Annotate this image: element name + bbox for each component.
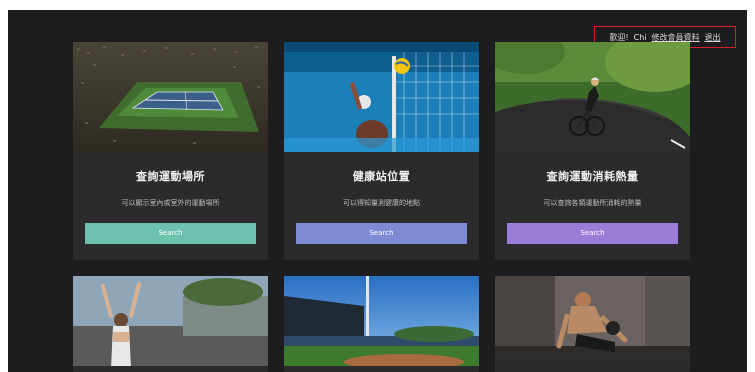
card-calorie-burn: 查詢運動消耗熱量 可以查詢各類運動所消耗的熱量 Search bbox=[495, 42, 690, 260]
water-polo-image bbox=[284, 42, 479, 152]
search-calories-button[interactable]: Search bbox=[507, 223, 678, 244]
gym-workout-image bbox=[495, 276, 690, 366]
page-frame: 歡迎! Chi 修改會員資料 退出 查詢運動場所 可以顯示室內或室外的運動場所 … bbox=[8, 10, 747, 372]
welcome-text: 歡迎! bbox=[609, 32, 629, 42]
card-sports-venues: 查詢運動場所 可以顯示室內或室外的運動場所 Search bbox=[73, 42, 268, 260]
baseball-field-image bbox=[284, 276, 479, 366]
logout-link[interactable]: 退出 bbox=[705, 32, 721, 43]
card-health-stations: 健康站位置 可以得知量測健康的地點 Search bbox=[284, 42, 479, 260]
card-row2-3 bbox=[495, 276, 690, 372]
tennis-stadium-image bbox=[73, 42, 268, 152]
card-row2-1 bbox=[73, 276, 268, 372]
card-title: 查詢運動消耗熱量 bbox=[546, 170, 639, 183]
edit-profile-link[interactable]: 修改會員資料 bbox=[652, 32, 700, 43]
stretching-woman-image bbox=[73, 276, 268, 366]
user-name: Chi bbox=[633, 32, 647, 42]
card-description: 可以查詢各類運動所消耗的熱量 bbox=[543, 199, 642, 207]
search-venues-button[interactable]: Search bbox=[85, 223, 256, 244]
card-title: 健康站位置 bbox=[352, 170, 411, 183]
card-description: 可以得知量測健康的地點 bbox=[343, 199, 420, 207]
cyclist-image bbox=[495, 42, 690, 152]
card-title: 查詢運動場所 bbox=[136, 170, 205, 183]
search-health-stations-button[interactable]: Search bbox=[296, 223, 467, 244]
card-row2-2 bbox=[284, 276, 479, 372]
card-description: 可以顯示室內或室外的運動場所 bbox=[121, 199, 220, 207]
